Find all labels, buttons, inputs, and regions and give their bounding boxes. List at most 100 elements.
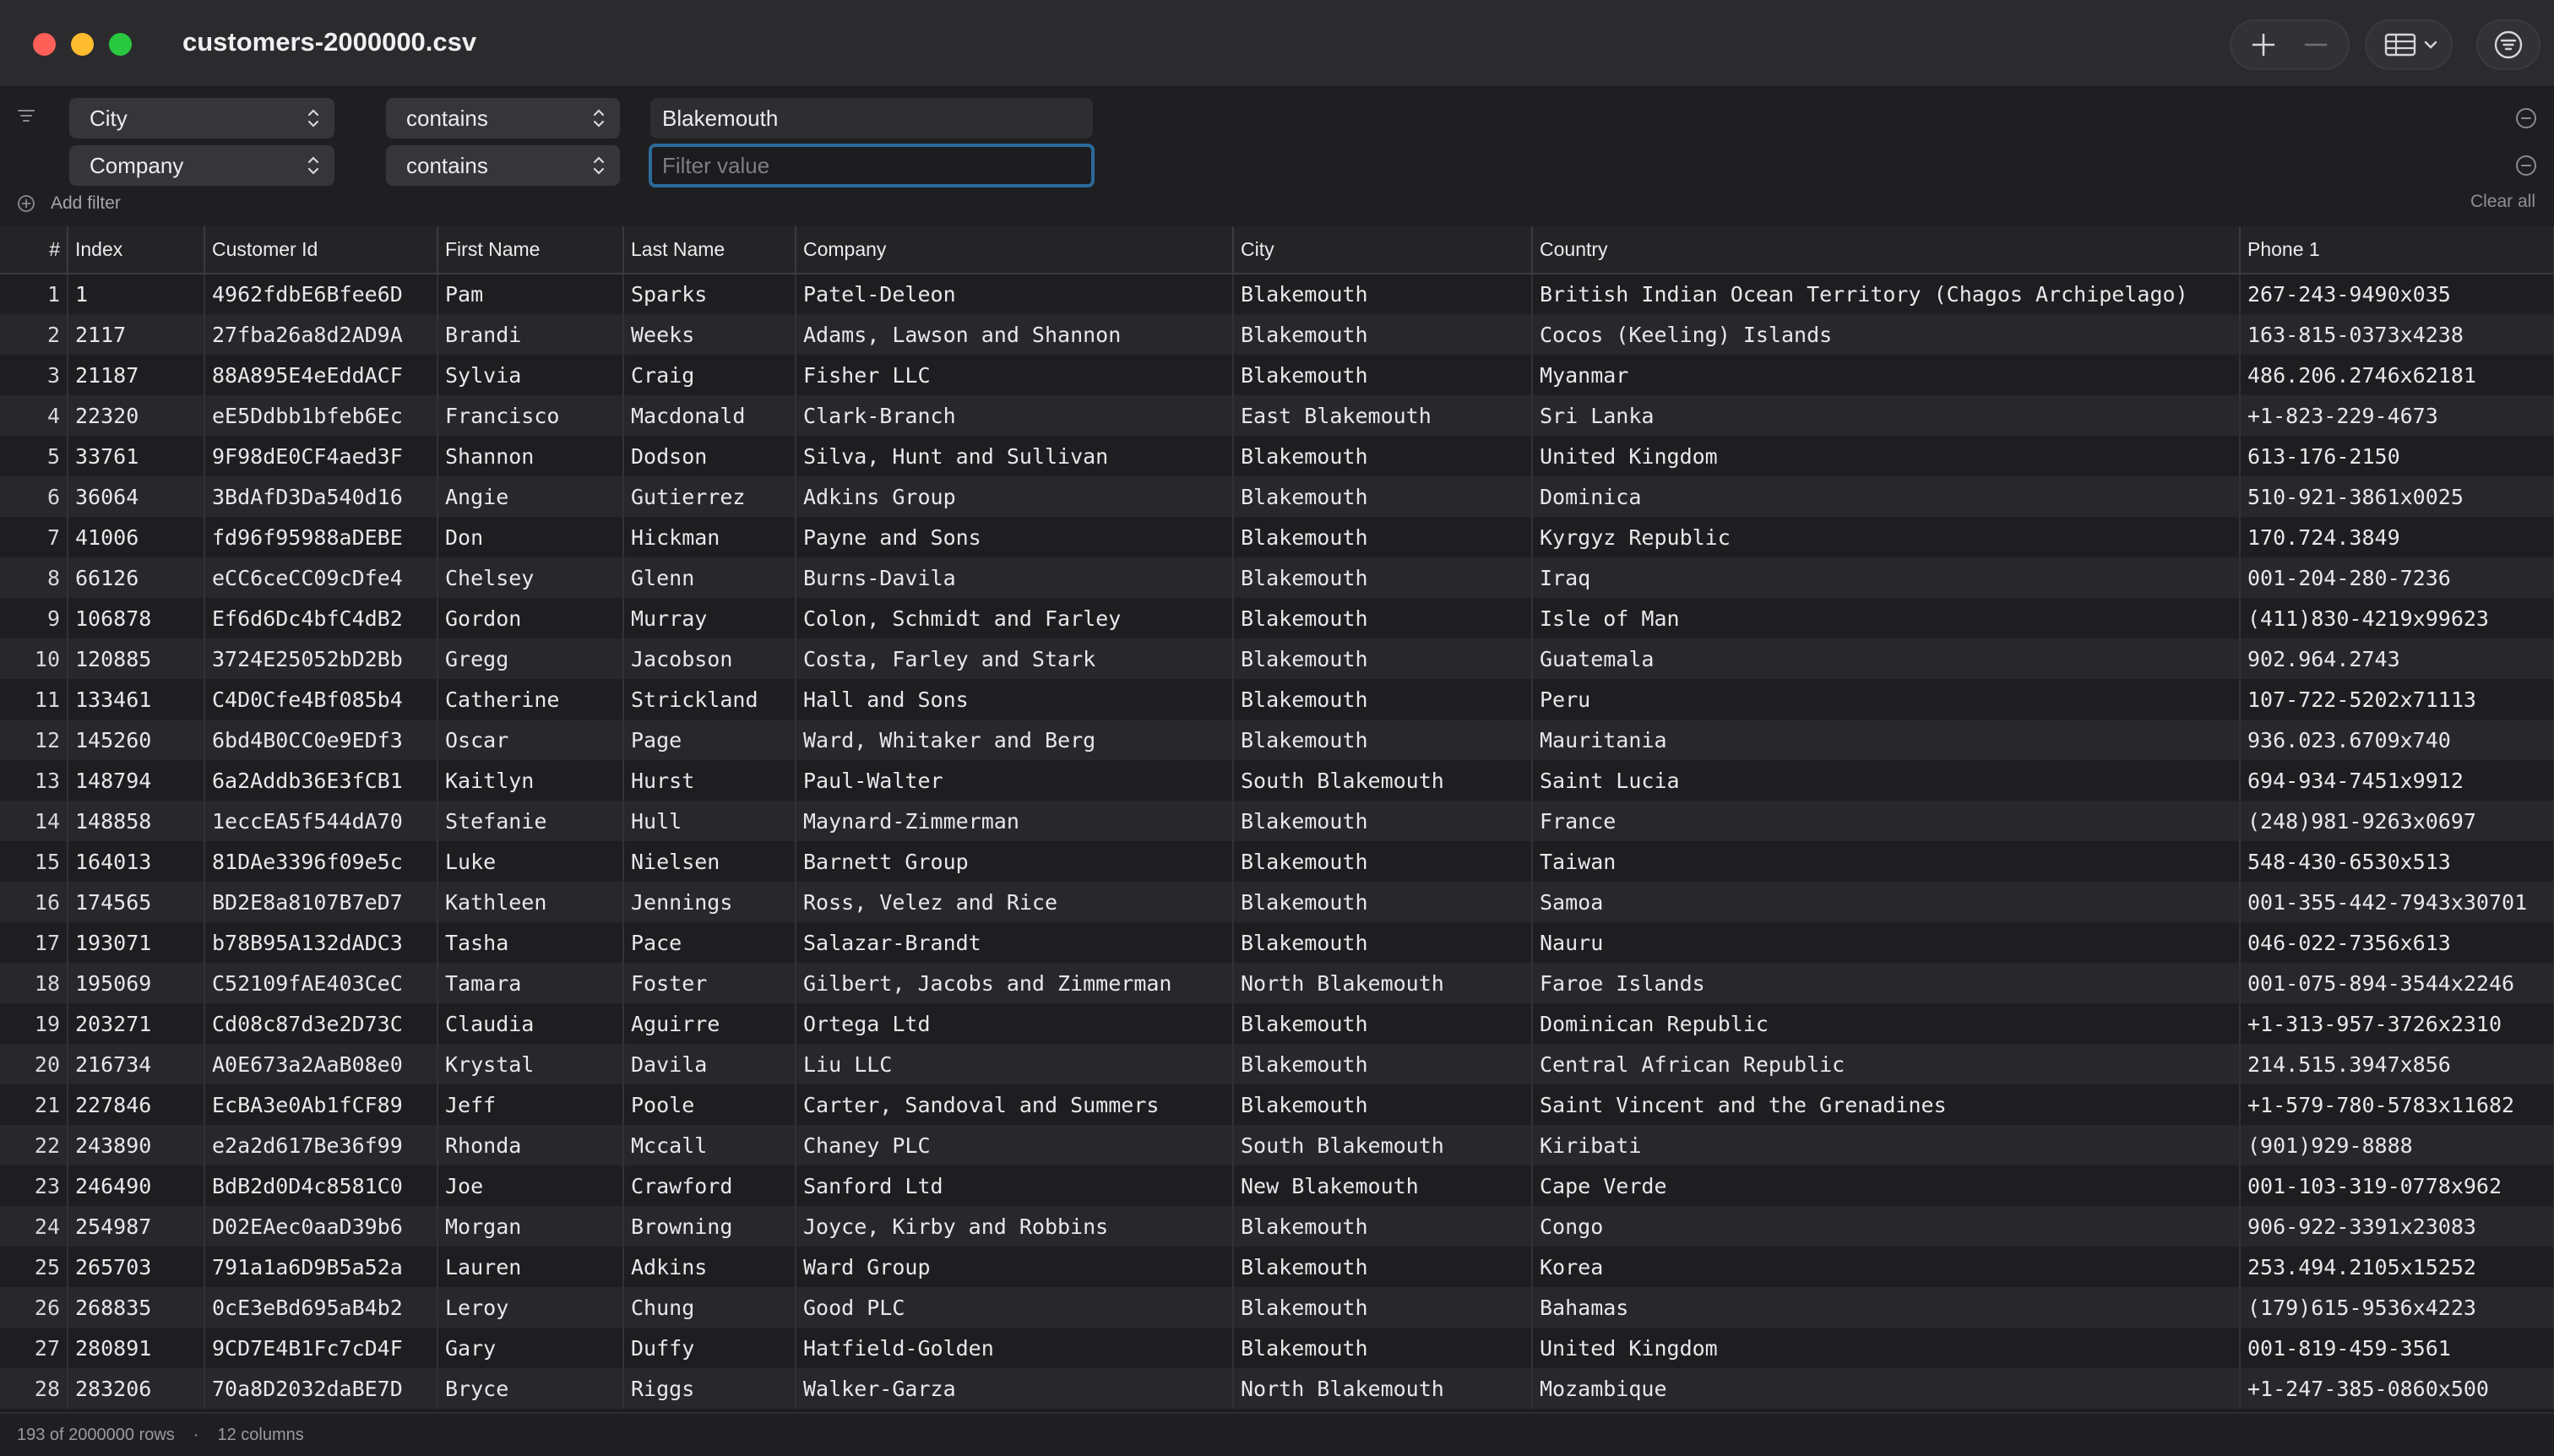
cell-last-name[interactable]: Sparks — [623, 274, 796, 314]
table-row[interactable]: 4 22320 eE5Ddbb1bfeb6Ec Francisco Macdonald C… — [0, 395, 2554, 436]
row-number-cell[interactable]: 16 — [0, 882, 68, 922]
cell-country[interactable]: British Indian Ocean Territory (Chagos A… — [1532, 274, 2241, 314]
cell-city[interactable]: Blakemouth — [1233, 598, 1533, 638]
cell-first-name[interactable]: Gregg — [437, 638, 624, 679]
cell-last-name[interactable]: Gutierrez — [623, 476, 796, 517]
cell-customer-id[interactable]: 1eccEA5f544dA70 — [204, 801, 438, 841]
cell-city[interactable]: Blakemouth — [1233, 1003, 1533, 1044]
cell-first-name[interactable]: Tamara — [437, 963, 624, 1003]
cell-city[interactable]: New Blakemouth — [1233, 1165, 1533, 1206]
cell-last-name[interactable]: Jacobson — [623, 638, 796, 679]
cell-last-name[interactable]: Riggs — [623, 1368, 796, 1409]
cell-last-name[interactable]: Murray — [623, 598, 796, 638]
table-row[interactable]: 10 120885 3724E25052bD2Bb Gregg Jacobson Cost… — [0, 638, 2554, 679]
cell-customer-id[interactable]: D02EAec0aaD39b6 — [204, 1206, 438, 1247]
cell-city[interactable]: Blakemouth — [1233, 638, 1533, 679]
cell-customer-id[interactable]: 6bd4B0CC0e9EDf3 — [204, 720, 438, 760]
cell-phone-1[interactable]: 486.206.2746x62181 — [2240, 355, 2554, 395]
cell-country[interactable]: Iraq — [1532, 557, 2241, 598]
cell-first-name[interactable]: Lauren — [437, 1247, 624, 1287]
cell-customer-id[interactable]: 9CD7E4B1Fc7cD4F — [204, 1328, 438, 1368]
cell-last-name[interactable]: Hurst — [623, 760, 796, 801]
cell-country[interactable]: Cape Verde — [1532, 1165, 2241, 1206]
cell-city[interactable]: Blakemouth — [1233, 679, 1533, 720]
cell-index[interactable]: 246490 — [68, 1165, 205, 1206]
filter-operator-select[interactable]: contains — [386, 98, 620, 139]
remove-circle-icon[interactable] — [2515, 107, 2537, 129]
cell-index[interactable]: 174565 — [68, 882, 205, 922]
cell-company[interactable]: Paul-Walter — [796, 760, 1234, 801]
row-number-cell[interactable]: 25 — [0, 1247, 68, 1287]
cell-last-name[interactable]: Aguirre — [623, 1003, 796, 1044]
cell-customer-id[interactable]: Ef6d6Dc4bfC4dB2 — [204, 598, 438, 638]
cell-customer-id[interactable]: BD2E8a8107B7eD7 — [204, 882, 438, 922]
column-header-customer-id[interactable]: Customer Id — [204, 226, 438, 274]
cell-index[interactable]: 145260 — [68, 720, 205, 760]
cell-country[interactable]: Dominica — [1532, 476, 2241, 517]
cell-city[interactable]: North Blakemouth — [1233, 963, 1533, 1003]
cell-phone-1[interactable]: 001-819-459-3561 — [2240, 1328, 2554, 1368]
column-header-index[interactable]: Index — [68, 226, 205, 274]
table-row[interactable]: 12 145260 6bd4B0CC0e9EDf3 Oscar Page Ward, Wh… — [0, 720, 2554, 760]
cell-phone-1[interactable]: 001-075-894-3544x2246 — [2240, 963, 2554, 1003]
cell-last-name[interactable]: Nielsen — [623, 841, 796, 882]
row-number-cell[interactable]: 18 — [0, 963, 68, 1003]
cell-country[interactable]: Guatemala — [1532, 638, 2241, 679]
row-number-cell[interactable]: 7 — [0, 517, 68, 557]
cell-last-name[interactable]: Weeks — [623, 314, 796, 355]
cell-last-name[interactable]: Pace — [623, 922, 796, 963]
cell-first-name[interactable]: Kaitlyn — [437, 760, 624, 801]
row-number-cell[interactable]: 11 — [0, 679, 68, 720]
table-row[interactable]: 19 203271 Cd08c87d3e2D73C Claudia Aguirre Ort… — [0, 1003, 2554, 1044]
cell-city[interactable]: Blakemouth — [1233, 274, 1533, 314]
cell-company[interactable]: Payne and Sons — [796, 517, 1234, 557]
cell-city[interactable]: Blakemouth — [1233, 355, 1533, 395]
table-row[interactable]: 1 1 4962fdbE6Bfee6D Pam Sparks Patel-Deleon Bl… — [0, 274, 2554, 314]
cell-index[interactable]: 1 — [68, 274, 205, 314]
table-row[interactable]: 13 148794 6a2Addb36E3fCB1 Kaitlyn Hurst Paul-… — [0, 760, 2554, 801]
cell-customer-id[interactable]: 9F98dE0CF4aed3F — [204, 436, 438, 476]
cell-city[interactable]: Blakemouth — [1233, 1206, 1533, 1247]
cell-first-name[interactable]: Sylvia — [437, 355, 624, 395]
cell-country[interactable]: Sri Lanka — [1532, 395, 2241, 436]
column-header-city[interactable]: City — [1233, 226, 1533, 274]
cell-company[interactable]: Sanford Ltd — [796, 1165, 1234, 1206]
cell-last-name[interactable]: Chung — [623, 1287, 796, 1328]
cell-city[interactable]: South Blakemouth — [1233, 1125, 1533, 1165]
cell-phone-1[interactable]: (411)830-4219x99623 — [2240, 598, 2554, 638]
cell-country[interactable]: Saint Lucia — [1532, 760, 2241, 801]
cell-phone-1[interactable]: 267-243-9490x035 — [2240, 274, 2554, 314]
row-number-cell[interactable]: 28 — [0, 1368, 68, 1409]
cell-city[interactable]: Blakemouth — [1233, 1328, 1533, 1368]
cell-first-name[interactable]: Bryce — [437, 1368, 624, 1409]
cell-country[interactable]: Dominican Republic — [1532, 1003, 2241, 1044]
row-number-cell[interactable]: 5 — [0, 436, 68, 476]
cell-customer-id[interactable]: b78B95A132dADC3 — [204, 922, 438, 963]
cell-phone-1[interactable]: +1-823-229-4673 — [2240, 395, 2554, 436]
cell-customer-id[interactable]: Cd08c87d3e2D73C — [204, 1003, 438, 1044]
row-number-cell[interactable]: 17 — [0, 922, 68, 963]
cell-country[interactable]: Taiwan — [1532, 841, 2241, 882]
cell-last-name[interactable]: Browning — [623, 1206, 796, 1247]
cell-phone-1[interactable]: 548-430-6530x513 — [2240, 841, 2554, 882]
cell-company[interactable]: Maynard-Zimmerman — [796, 801, 1234, 841]
cell-city[interactable]: Blakemouth — [1233, 720, 1533, 760]
cell-company[interactable]: Silva, Hunt and Sullivan — [796, 436, 1234, 476]
cell-index[interactable]: 2117 — [68, 314, 205, 355]
cell-index[interactable]: 203271 — [68, 1003, 205, 1044]
cell-country[interactable]: Saint Vincent and the Grenadines — [1532, 1084, 2241, 1125]
cell-company[interactable]: Clark-Branch — [796, 395, 1234, 436]
cell-country[interactable]: Nauru — [1532, 922, 2241, 963]
cell-first-name[interactable]: Brandi — [437, 314, 624, 355]
cell-first-name[interactable]: Catherine — [437, 679, 624, 720]
cell-index[interactable]: 21187 — [68, 355, 205, 395]
column-header-first-name[interactable]: First Name — [437, 226, 624, 274]
cell-index[interactable]: 148794 — [68, 760, 205, 801]
cell-phone-1[interactable]: 936.023.6709x740 — [2240, 720, 2554, 760]
cell-company[interactable]: Hatfield-Golden — [796, 1328, 1234, 1368]
cell-last-name[interactable]: Macdonald — [623, 395, 796, 436]
cell-phone-1[interactable]: (179)615-9536x4223 — [2240, 1287, 2554, 1328]
cell-phone-1[interactable]: 001-355-442-7943x30701 — [2240, 882, 2554, 922]
cell-first-name[interactable]: Leroy — [437, 1287, 624, 1328]
cell-first-name[interactable]: Kathleen — [437, 882, 624, 922]
